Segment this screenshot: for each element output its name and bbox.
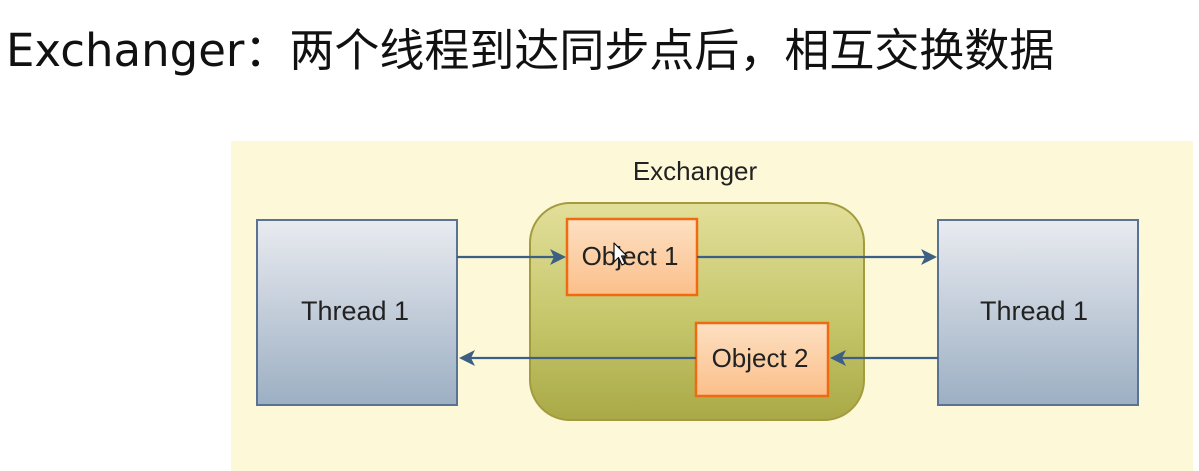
left-thread-label: Thread 1 [301, 296, 409, 326]
exchanger-diagram: Exchanger Thread 1 Thread 1 Object 1 Obj… [231, 141, 1193, 471]
exchanger-label: Exchanger [633, 156, 758, 186]
right-thread-label: Thread 1 [980, 296, 1088, 326]
object2-label: Object 2 [712, 343, 809, 373]
slide: Exchanger：两个线程到达同步点后，相互交换数据 Exchanger Th [0, 0, 1199, 471]
object1-label: Object 1 [582, 241, 679, 271]
